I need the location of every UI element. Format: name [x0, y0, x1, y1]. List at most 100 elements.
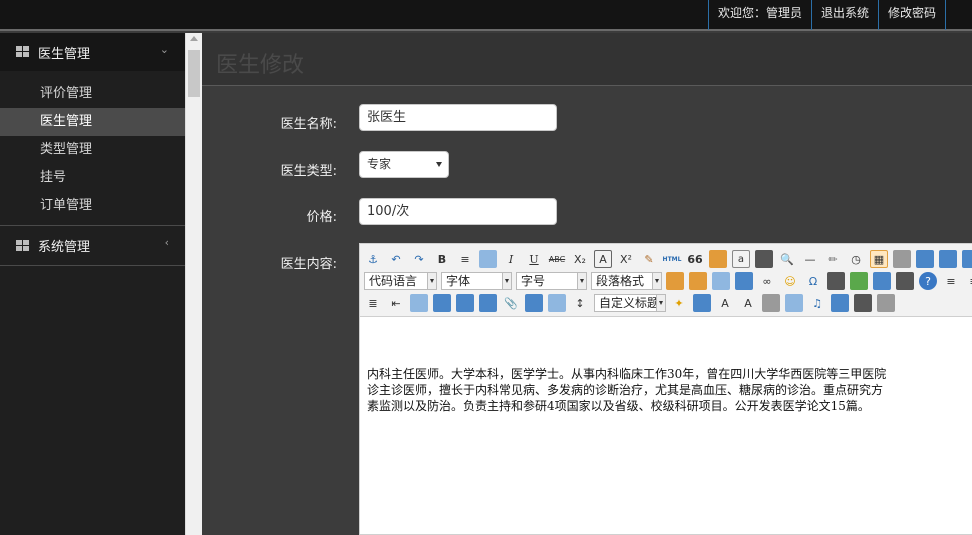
grid-icon — [16, 46, 29, 58]
doctor-type-label: 医生类型: — [280, 164, 337, 179]
redo-icon[interactable]: ↷ — [410, 250, 428, 268]
sidebar-item-orders[interactable]: 订单管理 — [0, 192, 185, 220]
rich-text-editor[interactable]: ⚓ ↶ ↷ B ≡ I U ABC X₂ A X² ✎ HTML 66 a 🔍 … — [359, 243, 972, 535]
sidebar: 医生管理 ⌄ 评价管理 医生管理 类型管理 挂号 订单管理 系统管理 ‹ — [0, 33, 185, 535]
print-icon[interactable] — [755, 250, 773, 268]
draft-icon[interactable] — [785, 294, 803, 312]
wand-icon[interactable]: ✦ — [670, 294, 688, 312]
subscript-icon[interactable]: X₂ — [571, 250, 589, 268]
underline-icon[interactable]: U — [525, 250, 543, 268]
date-icon[interactable]: ▦ — [870, 250, 888, 268]
line-height-icon[interactable]: ↕ — [571, 294, 589, 312]
sidebar-item-doctors[interactable]: 医生管理 — [0, 108, 185, 136]
font-size-select[interactable]: 字号 — [516, 272, 587, 290]
clipboard-icon[interactable] — [479, 250, 497, 268]
font-border-icon[interactable]: A — [594, 250, 612, 268]
bold-icon[interactable]: B — [433, 250, 451, 268]
save-icon[interactable] — [709, 250, 727, 268]
grid-table-icon[interactable] — [831, 294, 849, 312]
superscript-icon[interactable]: X² — [617, 250, 635, 268]
page-title: 医生修改 — [216, 53, 305, 78]
frame-icon[interactable] — [548, 294, 566, 312]
page-break-icon[interactable] — [525, 294, 543, 312]
attachment-icon[interactable] — [735, 272, 753, 290]
link-icon[interactable]: ∞ — [758, 272, 776, 290]
indent-icon[interactable]: ⇤ — [387, 294, 405, 312]
main-content: 医生修改 医生名称: 张医生 医生类型: 专家 价格: 100/次 医生内容: … — [202, 33, 972, 535]
doctor-type-value: 专家 — [367, 157, 392, 171]
paperclip-icon[interactable]: 📎 — [502, 294, 520, 312]
sidebar-scrollbar[interactable] — [185, 33, 202, 535]
fullscreen-icon[interactable] — [877, 294, 895, 312]
music-icon[interactable] — [873, 272, 891, 290]
content-line: 素监测以及防治。负责主持和参研4项国家以及省级、校级科研项目。公开发表医学论文1… — [367, 399, 870, 413]
horizontal-rule-icon[interactable]: — — [801, 250, 819, 268]
special-char-icon[interactable]: Ω — [804, 272, 822, 290]
editor-toolbar: ⚓ ↶ ↷ B ≡ I U ABC X₂ A X² ✎ HTML 66 a 🔍 … — [360, 244, 972, 317]
emoticon-icon[interactable]: ☺ — [781, 272, 799, 290]
format-brush-icon[interactable]: ✎ — [640, 250, 658, 268]
eraser-icon[interactable]: ✏ — [824, 250, 842, 268]
preview-icon[interactable]: 🔍 — [778, 250, 796, 268]
blockquote-icon[interactable]: 66 — [686, 250, 704, 268]
insert-col-icon[interactable] — [939, 250, 957, 268]
template-icon[interactable] — [854, 294, 872, 312]
logout-link[interactable]: 退出系统 — [810, 0, 878, 30]
change-password-link[interactable]: 修改密码 — [877, 0, 946, 30]
sidebar-section-doctor-management[interactable]: 医生管理 ⌄ — [0, 33, 185, 71]
sidebar-item-reviews[interactable]: 评价管理 — [0, 80, 185, 108]
grid-icon — [16, 239, 29, 252]
row-spacing-icon[interactable]: ≣ — [364, 294, 382, 312]
merge-cells-icon[interactable] — [962, 250, 972, 268]
doctor-name-label: 医生名称: — [280, 117, 337, 132]
layout-1-icon[interactable] — [410, 294, 428, 312]
insert-row-icon[interactable] — [916, 250, 934, 268]
text-a-icon[interactable]: a — [732, 250, 750, 268]
price-input[interactable]: 100/次 — [359, 198, 557, 225]
custom-title-select[interactable]: 自定义标题 — [594, 294, 666, 312]
italic-icon[interactable]: I — [502, 250, 520, 268]
translate-icon[interactable] — [693, 294, 711, 312]
font-family-select[interactable]: 字体 — [441, 272, 512, 290]
paste-icon[interactable]: ≡ — [456, 250, 474, 268]
unlink-icon[interactable] — [893, 250, 911, 268]
chevron-down-icon: ⌄ — [159, 43, 169, 56]
background-icon[interactable]: A — [739, 294, 757, 312]
search-replace-icon[interactable] — [712, 272, 730, 290]
toolbar-row-2: 代码语言 字体 字号 段落格式 ∞ ☺ Ω ? ≡ ≡ — [364, 271, 972, 291]
scroll-up-arrow-icon[interactable] — [190, 36, 198, 41]
scrollbar-thumb[interactable] — [188, 50, 200, 97]
align-right-icon[interactable]: ≡ — [965, 272, 972, 290]
table-icon[interactable] — [762, 294, 780, 312]
editor-content[interactable]: 内科主任医师。大学本科，医学学士。从事内科临床工作30年，曾在四川大学华西医院等… — [367, 366, 972, 414]
images-icon[interactable] — [689, 272, 707, 290]
doctor-name-input[interactable]: 张医生 — [359, 104, 557, 131]
code-language-select[interactable]: 代码语言 — [364, 272, 437, 290]
help-icon[interactable]: ? — [919, 272, 937, 290]
video-icon[interactable] — [850, 272, 868, 290]
welcome-user-link[interactable]: 欢迎您：管理员 — [707, 0, 811, 30]
layout-3-icon[interactable] — [456, 294, 474, 312]
layout-2-icon[interactable] — [433, 294, 451, 312]
chevron-left-icon: ‹ — [164, 236, 169, 249]
layout-4-icon[interactable] — [479, 294, 497, 312]
autotypeset-icon[interactable]: A — [716, 294, 734, 312]
align-left-icon[interactable]: ≡ — [942, 272, 960, 290]
paragraph-format-select[interactable]: 段落格式 — [591, 272, 662, 290]
note-icon[interactable]: ♫ — [808, 294, 826, 312]
doctor-type-select[interactable]: 专家 — [359, 151, 449, 178]
undo-icon[interactable]: ↶ — [387, 250, 405, 268]
code-icon[interactable] — [896, 272, 914, 290]
time-icon[interactable]: ◷ — [847, 250, 865, 268]
anchor-icon[interactable]: ⚓ — [364, 250, 382, 268]
caret-down-icon — [436, 162, 442, 167]
toolbar-row-1: ⚓ ↶ ↷ B ≡ I U ABC X₂ A X² ✎ HTML 66 a 🔍 … — [364, 249, 972, 269]
html-icon[interactable]: HTML — [663, 250, 682, 268]
sidebar-section-label: 系统管理 — [38, 240, 91, 255]
sidebar-section-system-management[interactable]: 系统管理 ‹ — [0, 226, 185, 266]
sidebar-item-registration[interactable]: 挂号 — [0, 164, 185, 192]
strikethrough-icon[interactable]: ABC — [548, 250, 566, 268]
map-icon[interactable] — [827, 272, 845, 290]
image-icon[interactable] — [666, 272, 684, 290]
sidebar-item-types[interactable]: 类型管理 — [0, 136, 185, 164]
